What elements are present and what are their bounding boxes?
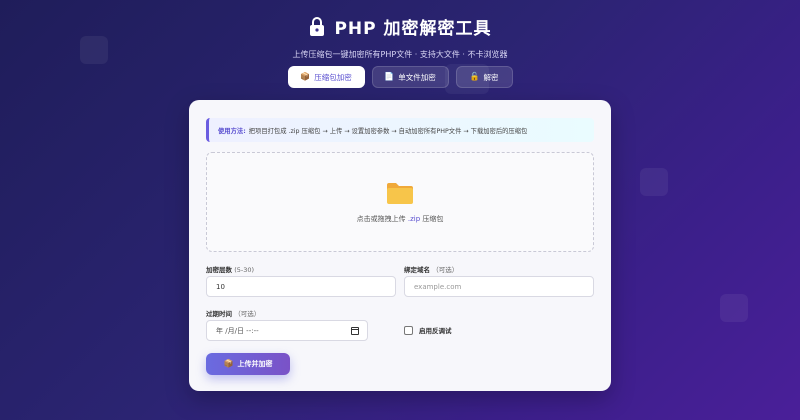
page-subtitle: 上传压缩包一键加密所有PHP文件 · 支持大文件 · 不卡浏览器: [292, 50, 508, 59]
expire-datetime-input[interactable]: 年 /月/日 --:--: [206, 320, 368, 341]
expire-hint: （可选）: [234, 310, 261, 318]
package-icon: 📦: [223, 359, 234, 368]
tab-bar: 📦 压缩包加密 📄 单文件加密 🔓 解密: [0, 66, 800, 88]
tab-label: 压缩包加密: [314, 72, 352, 82]
decorative-square: [720, 294, 748, 322]
tab-decrypt[interactable]: 🔓 解密: [455, 66, 513, 88]
expire-placeholder: 年 /月/日 --:--: [216, 326, 259, 335]
main-card: 使用方法: 把项目打包成 .zip 压缩包 → 上传 → 设置加密参数 → 自动…: [189, 100, 611, 391]
unlock-icon: 🔓: [469, 72, 480, 81]
dropzone-text: 点击或拖拽上传 .zip 压缩包: [357, 214, 444, 224]
tab-single-file-encrypt[interactable]: 📄 单文件加密: [371, 66, 449, 88]
upload-encrypt-button[interactable]: 📦 上传并加密: [206, 353, 290, 375]
anti-debug-label: 启用反调试: [419, 327, 452, 335]
expire-label: 过期时间 （可选）: [206, 308, 260, 318]
usage-label: 使用方法:: [218, 127, 246, 135]
tab-zip-encrypt[interactable]: 📦 压缩包加密: [287, 66, 365, 88]
title-row: PHP 加密解密工具: [0, 14, 800, 39]
package-icon: 📦: [300, 72, 311, 81]
domain-label-text: 绑定域名: [404, 266, 430, 274]
dropzone-text-prefix: 点击或拖拽上传: [356, 214, 406, 223]
domain-hint: （可选）: [432, 266, 459, 274]
anti-debug-option[interactable]: 启用反调试: [404, 325, 452, 335]
calendar-icon[interactable]: [351, 326, 359, 335]
usage-banner: 使用方法: 把项目打包成 .zip 压缩包 → 上传 → 设置加密参数 → 自动…: [206, 118, 594, 142]
domain-input[interactable]: example.com: [404, 276, 594, 297]
page-header: PHP 加密解密工具 上传压缩包一键加密所有PHP文件 · 支持大文件 · 不卡…: [0, 14, 800, 60]
expire-label-text: 过期时间: [206, 310, 232, 318]
layers-hint: (5-30): [234, 266, 255, 274]
decorative-square: [640, 168, 668, 196]
page-title: PHP 加密解密工具: [334, 19, 492, 39]
anti-debug-checkbox[interactable]: [404, 325, 413, 335]
layers-label-text: 加密层数: [206, 266, 232, 274]
document-icon: 📄: [384, 72, 395, 81]
upload-dropzone[interactable]: 点击或拖拽上传 .zip 压缩包: [206, 152, 594, 252]
upload-encrypt-label: 上传并加密: [237, 360, 273, 368]
lock-icon: [310, 16, 325, 36]
tab-label: 解密: [483, 72, 499, 82]
tab-label: 单文件加密: [398, 72, 436, 82]
dropzone-ext: .zip: [407, 214, 421, 223]
layers-input[interactable]: 10: [206, 276, 396, 297]
usage-text: 把项目打包成 .zip 压缩包 → 上传 → 设置加密参数 → 自动加密所有PH…: [248, 127, 528, 135]
dropzone-text-suffix: 压缩包: [422, 214, 444, 223]
domain-label: 绑定域名 （可选）: [404, 264, 458, 274]
layers-label: 加密层数 (5-30): [206, 264, 254, 274]
folder-icon: [387, 182, 413, 204]
